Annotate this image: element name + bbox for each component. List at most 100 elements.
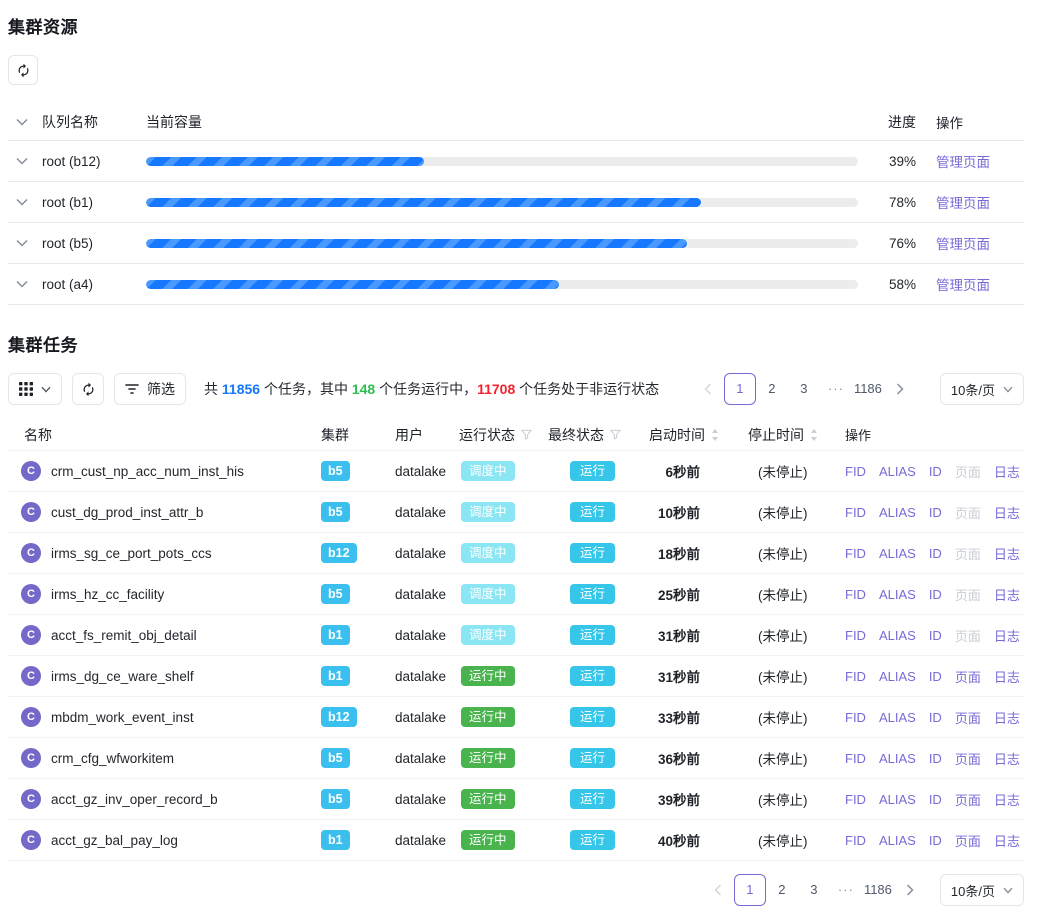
op-fid-link[interactable]: FID xyxy=(845,628,866,643)
op-alias-link[interactable]: ALIAS xyxy=(879,628,916,643)
op-fid-link[interactable]: FID xyxy=(845,710,866,725)
op-page-link: 页面 xyxy=(955,544,981,563)
stop-time-header: 停止时间 xyxy=(748,425,804,445)
resource-table-row: root (b1) 78% 管理页面 xyxy=(8,182,1024,223)
op-id-link[interactable]: ID xyxy=(929,710,942,725)
op-alias-link[interactable]: ALIAS xyxy=(879,792,916,807)
progress-fill xyxy=(146,239,687,248)
page-button-3[interactable]: 3 xyxy=(798,874,830,906)
resources-refresh-button[interactable] xyxy=(8,55,38,85)
op-log-link[interactable]: 日志 xyxy=(994,831,1020,850)
op-page-link[interactable]: 页面 xyxy=(955,831,981,850)
op-fid-link[interactable]: FID xyxy=(845,669,866,684)
page-button-2[interactable]: 2 xyxy=(756,373,788,405)
filter-button[interactable]: 筛选 xyxy=(114,373,186,405)
op-id-link[interactable]: ID xyxy=(929,751,942,766)
page-size-select[interactable]: 10条/页 xyxy=(940,874,1024,906)
op-alias-link[interactable]: ALIAS xyxy=(879,833,916,848)
layout-grid-button[interactable] xyxy=(8,373,62,405)
page-button-1[interactable]: 1 xyxy=(724,373,756,405)
op-id-link[interactable]: ID xyxy=(929,464,942,479)
op-log-link[interactable]: 日志 xyxy=(994,667,1020,686)
tasks-refresh-button[interactable] xyxy=(72,373,104,405)
op-page-link[interactable]: 页面 xyxy=(955,749,981,768)
task-ops: FIDALIASID页面日志 xyxy=(845,503,1024,522)
run-status-badge: 运行中 xyxy=(461,707,515,728)
nonrunning-tasks-count: 11708 xyxy=(477,381,515,397)
pagination-ellipsis[interactable]: ··· xyxy=(820,373,852,405)
chevron-down-icon xyxy=(1003,887,1013,894)
op-id-link[interactable]: ID xyxy=(929,833,942,848)
task-ops: FID ALIAS ID 页面日志 xyxy=(845,544,1024,563)
op-log-link[interactable]: 日志 xyxy=(994,462,1020,481)
chevron-down-icon[interactable] xyxy=(16,198,29,206)
manage-page-link[interactable]: 管理页面 xyxy=(936,155,990,170)
op-log-link[interactable]: 日志 xyxy=(994,749,1020,768)
page-button-1186[interactable]: 1186 xyxy=(852,373,884,405)
chevron-down-icon[interactable] xyxy=(16,239,29,247)
filter-funnel-icon[interactable] xyxy=(610,429,621,440)
op-fid-link[interactable]: FID xyxy=(845,751,866,766)
cluster-badge: b12 xyxy=(321,707,357,728)
final-status-badge: 运行 xyxy=(570,625,615,646)
op-alias-link[interactable]: ALIAS xyxy=(879,546,916,561)
op-log-link[interactable]: 日志 xyxy=(994,544,1020,563)
op-alias-link[interactable]: ALIAS xyxy=(879,669,916,684)
op-id-link[interactable]: ID xyxy=(929,587,942,602)
page-button-1186[interactable]: 1186 xyxy=(862,874,894,906)
chevron-down-icon xyxy=(41,386,51,393)
sort-icon[interactable] xyxy=(810,429,818,441)
op-log-link[interactable]: 日志 xyxy=(994,790,1020,809)
chevron-down-icon[interactable] xyxy=(16,157,29,165)
manage-page-link[interactable]: 管理页面 xyxy=(936,237,990,252)
op-fid-link[interactable]: FID xyxy=(845,833,866,848)
collapse-all-chevron-down-icon[interactable] xyxy=(16,118,29,126)
manage-page-link[interactable]: 管理页面 xyxy=(936,278,990,293)
next-page-button[interactable] xyxy=(884,373,916,405)
page: 集群资源 队列名称 当前容量 进度 操作 root (b12) 39% 管理页面 xyxy=(0,0,1037,920)
op-page-link[interactable]: 页面 xyxy=(955,708,981,727)
task-name: acct_gz_bal_pay_log xyxy=(51,833,178,848)
op-page-link[interactable]: 页面 xyxy=(955,790,981,809)
manage-page-link[interactable]: 管理页面 xyxy=(936,196,990,211)
op-log-link[interactable]: 日志 xyxy=(994,503,1020,522)
op-id-link[interactable]: ID xyxy=(929,546,942,561)
op-fid-link[interactable]: FID xyxy=(845,505,866,520)
op-id-link[interactable]: ID xyxy=(929,669,942,684)
page-button-1[interactable]: 1 xyxy=(734,874,766,906)
sort-icon[interactable] xyxy=(711,429,719,441)
op-id-link[interactable]: ID xyxy=(929,628,942,643)
op-fid-link[interactable]: FID xyxy=(845,587,866,602)
run-status-badge: 调度中 xyxy=(461,461,515,482)
op-alias-link[interactable]: ALIAS xyxy=(879,587,916,602)
op-alias-link[interactable]: ALIAS xyxy=(879,464,916,479)
op-alias-link[interactable]: ALIAS xyxy=(879,710,916,725)
final-status-badge: 运行 xyxy=(570,502,615,523)
op-page-link[interactable]: 页面 xyxy=(955,667,981,686)
progress-header: 进度 xyxy=(870,112,916,132)
filter-funnel-icon[interactable] xyxy=(521,429,532,440)
op-alias-link[interactable]: ALIAS xyxy=(879,751,916,766)
op-fid-link[interactable]: FID xyxy=(845,464,866,479)
op-fid-link[interactable]: FID xyxy=(845,792,866,807)
refresh-icon xyxy=(16,63,31,78)
op-fid-link[interactable]: FID xyxy=(845,546,866,561)
op-alias-link[interactable]: ALIAS xyxy=(879,505,916,520)
pagination-ellipsis[interactable]: ··· xyxy=(830,874,862,906)
page-button-3[interactable]: 3 xyxy=(788,373,820,405)
op-id-link[interactable]: ID xyxy=(929,792,942,807)
page-size-select[interactable]: 10条/页 xyxy=(940,373,1024,405)
next-page-button[interactable] xyxy=(894,874,926,906)
op-log-link[interactable]: 日志 xyxy=(994,708,1020,727)
page-button-2[interactable]: 2 xyxy=(766,874,798,906)
cluster-header: 集群 xyxy=(321,425,395,445)
op-log-link[interactable]: 日志 xyxy=(994,585,1020,604)
start-time-header: 启动时间 xyxy=(649,425,705,445)
chevron-down-icon[interactable] xyxy=(16,280,29,288)
op-id-link[interactable]: ID xyxy=(929,505,942,520)
progress-percent: 76% xyxy=(870,236,916,251)
queue-name: root (b12) xyxy=(42,154,146,169)
final-status-badge: 运行 xyxy=(570,666,615,687)
start-time: 6秒前 xyxy=(649,461,748,481)
op-log-link[interactable]: 日志 xyxy=(994,626,1020,645)
